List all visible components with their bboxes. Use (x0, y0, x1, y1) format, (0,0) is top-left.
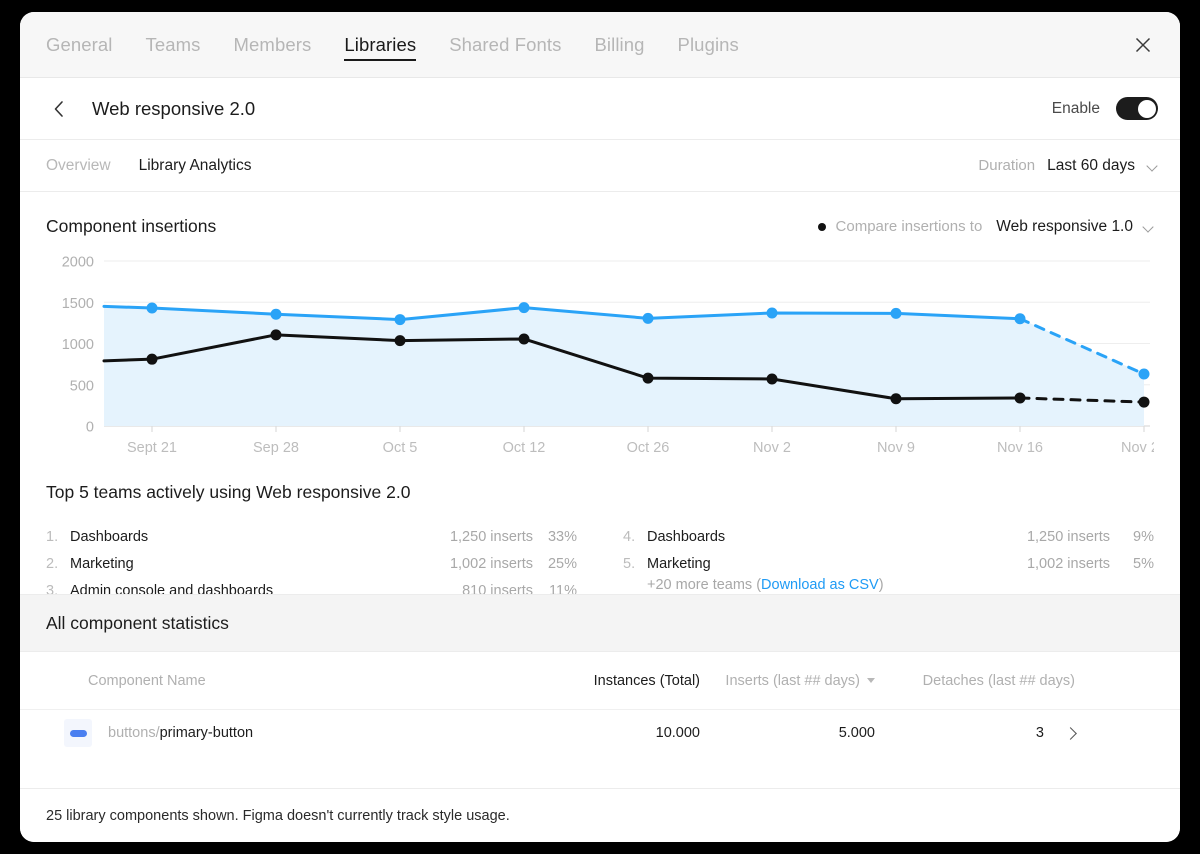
enable-toggle[interactable] (1116, 97, 1158, 120)
column-header-detaches[interactable]: Detaches (last ## days) (875, 673, 1075, 689)
team-rank: 2. (46, 555, 59, 572)
cell-instances: 10.000 (655, 725, 700, 741)
column-header-inserts[interactable]: Inserts (last ## days) (700, 673, 875, 689)
chevron-left-icon[interactable] (46, 96, 72, 122)
stats-title: All component statistics (46, 612, 229, 633)
stats-title-band: All component statistics (20, 594, 1180, 652)
list-item[interactable]: 2. Marketing 1,002 inserts 25% (46, 550, 577, 577)
top-teams-section: Top 5 teams actively using Web responsiv… (20, 466, 1180, 604)
tab-teams[interactable]: Teams (146, 34, 201, 56)
team-inserts: 1,002 inserts (1026, 555, 1110, 572)
insertions-line-chart: 0 500 1000 1500 2000 Sept 21 Sep 28 Oct 5 Oct 12… (46, 251, 1154, 466)
team-rank: 4. (623, 528, 636, 545)
svg-text:Oct 26: Oct 26 (627, 440, 670, 456)
chevron-right-icon[interactable] (1066, 729, 1075, 738)
top-teams-column-right: 4. Dashboards 1,250 inserts 9% 5. Market… (623, 523, 1154, 604)
svg-text:Nov 9: Nov 9 (877, 440, 915, 456)
settings-tab-bar: General Teams Members Libraries Shared F… (20, 12, 1180, 78)
compare-selector[interactable]: Compare insertions to Web responsive 1.0 (817, 218, 1154, 236)
team-name: Dashboards (647, 528, 726, 545)
team-name: Dashboards (70, 528, 149, 545)
top-teams-title: Top 5 teams actively using Web responsiv… (46, 482, 411, 502)
table-row[interactable]: buttons/primary-button 10.000 5.000 3 (20, 710, 1180, 756)
team-rank: 5. (623, 555, 636, 572)
svg-text:0: 0 (86, 420, 94, 436)
column-header-component-name[interactable]: Component Name (20, 673, 520, 689)
subtab-library-analytics[interactable]: Library Analytics (139, 157, 252, 175)
compare-series-dot-icon (817, 222, 826, 231)
team-rank: 1. (46, 528, 59, 545)
team-name: Marketing (70, 555, 134, 572)
close-icon[interactable] (1128, 30, 1158, 60)
library-subnav: Overview Library Analytics Duration Last… (20, 140, 1180, 192)
library-header: Web responsive 2.0 Enable (20, 78, 1180, 140)
team-percent: 9% (1133, 528, 1154, 545)
stats-footer: 25 library components shown. Figma doesn… (20, 788, 1180, 842)
list-item[interactable]: 5. Marketing 1,002 inserts 5% (623, 550, 1154, 577)
tab-libraries[interactable]: Libraries (344, 34, 416, 61)
list-item[interactable]: 4. Dashboards 1,250 inserts 9% (623, 523, 1154, 550)
cell-detaches: 3 (875, 725, 1075, 741)
svg-text:1500: 1500 (62, 296, 94, 312)
tab-general[interactable]: General (46, 34, 113, 56)
team-inserts: 1,002 inserts (449, 555, 533, 572)
team-percent: 5% (1133, 555, 1154, 572)
chart-canvas: 0 500 1000 1500 2000 Sept 21 Sep 28 Oct 5 Oct 12… (62, 255, 1154, 457)
svg-text:1000: 1000 (62, 337, 94, 353)
cell-inserts: 5.000 (838, 725, 875, 741)
duration-label: Duration (978, 157, 1036, 174)
stats-table-header: Component Name Instances (Total) Inserts… (20, 652, 1180, 710)
list-item[interactable]: 1. Dashboards 1,250 inserts 33% (46, 523, 577, 550)
chevron-down-icon[interactable] (1147, 162, 1158, 169)
team-inserts: 1,250 inserts (449, 528, 533, 545)
tab-billing[interactable]: Billing (594, 34, 644, 56)
svg-text:Nov 2: Nov 2 (753, 440, 791, 456)
tab-plugins[interactable]: Plugins (678, 34, 739, 56)
cell-component-name: buttons/primary-button (20, 719, 520, 747)
team-percent: 33% (547, 528, 577, 545)
svg-text:2000: 2000 (62, 255, 94, 271)
svg-text:Oct 12: Oct 12 (503, 440, 546, 456)
sort-descending-icon[interactable] (867, 678, 875, 683)
svg-text:Sept 21: Sept 21 (127, 440, 177, 456)
footer-text: 25 library components shown. Figma doesn… (46, 807, 510, 824)
team-name: Marketing (647, 555, 711, 572)
compare-value[interactable]: Web responsive 1.0 (996, 218, 1133, 236)
team-inserts: 1,250 inserts (1026, 528, 1110, 545)
column-header-inserts-label: Inserts (last ## days) (725, 672, 860, 689)
duration-value[interactable]: Last 60 days (1047, 157, 1135, 175)
subtab-overview[interactable]: Overview (46, 157, 111, 175)
tab-members[interactable]: Members (234, 34, 312, 56)
component-leaf-name: primary-button (159, 725, 254, 741)
page-title: Web responsive 2.0 (92, 97, 256, 119)
cell-detaches-value: 3 (1035, 725, 1044, 741)
top-teams-column-left: 1. Dashboards 1,250 inserts 33% 2. Marke… (46, 523, 577, 604)
svg-text:Sep 28: Sep 28 (253, 440, 299, 456)
team-percent: 25% (547, 555, 577, 572)
svg-text:500: 500 (70, 378, 94, 394)
column-header-instances[interactable]: Instances (Total) (520, 673, 700, 689)
enable-label: Enable (1051, 99, 1100, 117)
settings-window: General Teams Members Libraries Shared F… (20, 12, 1180, 842)
svg-text:Oct 5: Oct 5 (383, 440, 418, 456)
chevron-down-icon[interactable] (1143, 223, 1154, 230)
component-swatch-icon (64, 719, 92, 747)
enable-control: Enable (1052, 97, 1158, 120)
chart-title: Component insertions (46, 216, 217, 236)
svg-text:Nov 16: Nov 16 (997, 440, 1043, 456)
component-insertions-section: Component insertions Compare insertions … (20, 192, 1180, 466)
analytics-body: Component insertions Compare insertions … (20, 192, 1180, 788)
top-teams-columns: 1. Dashboards 1,250 inserts 33% 2. Marke… (46, 523, 1154, 604)
svg-text:Nov 23: Nov 23 (1121, 440, 1154, 456)
duration-selector[interactable]: Duration Last 60 days (978, 157, 1158, 175)
component-path: buttons/ (108, 725, 160, 741)
all-component-statistics: All component statistics Component Name … (20, 594, 1180, 754)
chart-header: Component insertions Compare insertions … (46, 216, 1154, 237)
tab-shared-fonts[interactable]: Shared Fonts (449, 34, 561, 56)
compare-label: Compare insertions to (835, 218, 983, 235)
